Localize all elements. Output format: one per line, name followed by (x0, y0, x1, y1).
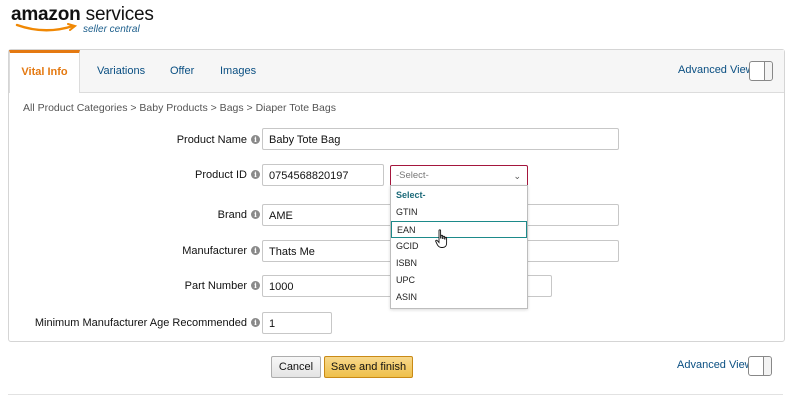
advanced-view-label-bottom: Advanced View (677, 359, 753, 371)
option-upc[interactable]: UPC (391, 272, 527, 289)
manufacturer-label: Manufacturer i (182, 245, 260, 257)
logo-wordmark: amazon services (11, 4, 154, 25)
info-icon[interactable]: i (251, 210, 260, 219)
hand-cursor-icon (435, 229, 448, 248)
product-name-input[interactable]: Baby Tote Bag (262, 128, 619, 150)
product-id-type-dropdown: Select- GTIN EAN GCID ISBN UPC ASIN (390, 185, 528, 309)
info-icon[interactable]: i (251, 281, 260, 290)
product-id-label: Product ID i (195, 169, 260, 181)
breadcrumb: All Product Categories > Baby Products >… (23, 102, 336, 114)
dropdown-header: Select- (396, 190, 426, 200)
min-age-input[interactable]: 1 (262, 312, 332, 334)
chevron-down-icon: ⌄ (513, 171, 521, 181)
tab-variations[interactable]: Variations (97, 50, 145, 92)
product-name-label: Product Name i (177, 134, 260, 146)
info-icon[interactable]: i (251, 318, 260, 327)
info-icon[interactable]: i (251, 135, 260, 144)
amazon-smile-icon (15, 23, 78, 32)
save-and-finish-button[interactable]: Save and finish (324, 356, 413, 378)
advanced-view-toggle-bottom[interactable] (748, 356, 772, 376)
option-gtin[interactable]: GTIN (391, 204, 527, 221)
tab-images[interactable]: Images (220, 50, 256, 92)
info-icon[interactable]: i (251, 246, 260, 255)
tab-offer[interactable]: Offer (170, 50, 194, 92)
amazon-services-logo: amazon services seller central (11, 4, 154, 36)
cancel-button[interactable]: Cancel (271, 356, 321, 378)
advanced-view-toggle[interactable] (749, 61, 773, 81)
tab-vital-info[interactable]: Vital Info (9, 50, 80, 93)
footer-divider (8, 394, 783, 395)
tab-bar: Vital Info Variations Offer Images Advan… (9, 50, 784, 93)
option-ean[interactable]: EAN (391, 221, 527, 238)
info-icon[interactable]: i (251, 170, 260, 179)
min-age-label: Minimum Manufacturer Age Recommended i (35, 317, 260, 329)
advanced-view-label: Advanced View (678, 64, 754, 76)
option-gcid[interactable]: GCID (391, 238, 527, 255)
logo-subtitle: seller central (83, 24, 140, 35)
product-id-type-select[interactable]: -Select- ⌄ (390, 165, 528, 187)
product-id-input[interactable]: 0754568820197 (262, 164, 384, 186)
option-isbn[interactable]: ISBN (391, 255, 527, 272)
option-asin[interactable]: ASIN (391, 289, 527, 306)
part-number-label: Part Number i (185, 280, 260, 292)
brand-label: Brand i (218, 209, 260, 221)
